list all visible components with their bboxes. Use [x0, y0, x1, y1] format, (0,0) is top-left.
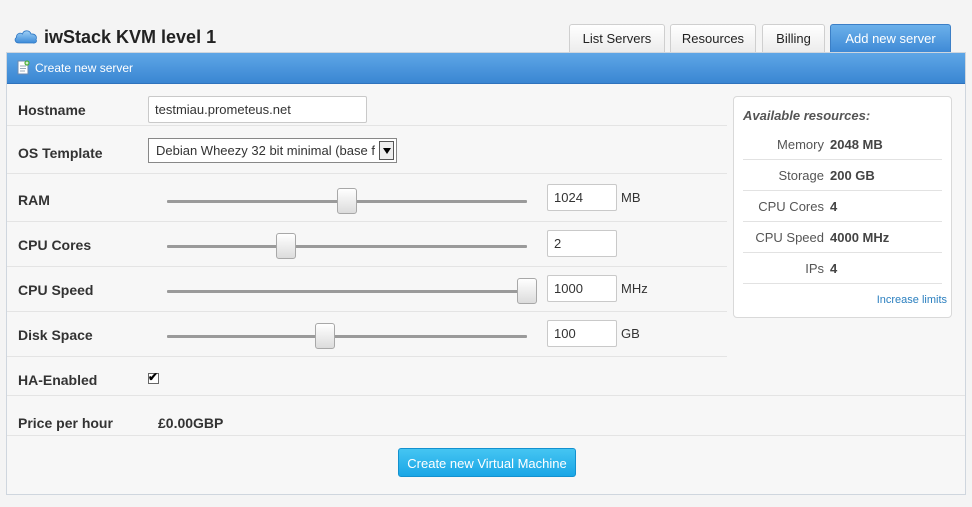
panel-header: Create new server [7, 53, 965, 84]
hostname-input[interactable] [148, 96, 367, 123]
ram-row: RAM MB [7, 174, 727, 222]
resource-value: 4 [830, 199, 838, 214]
available-resources-box: Available resources: Memory 2048 MB Stor… [733, 96, 952, 318]
price-value: £0.00GBP [158, 415, 224, 431]
resource-value: 4 [830, 261, 838, 276]
disk-space-input[interactable] [547, 320, 617, 347]
resource-key: CPU Speed [755, 230, 824, 245]
price-label: Price per hour [18, 415, 113, 431]
disk-space-label: Disk Space [18, 327, 93, 343]
cpu-cores-input[interactable] [547, 230, 617, 257]
page-header: iwStack KVM level 1 List Servers Resourc… [0, 0, 972, 52]
resource-row: Memory 2048 MB [743, 129, 942, 160]
resource-key: CPU Cores [758, 199, 824, 214]
cpu-speed-slider-track[interactable] [167, 290, 527, 293]
hostname-label: Hostname [18, 102, 86, 118]
tab-billing[interactable]: Billing [762, 24, 825, 52]
increase-limits-link[interactable]: Increase limits [877, 294, 947, 306]
price-row: Price per hour £0.00GBP [7, 396, 965, 436]
tab-list-servers[interactable]: List Servers [569, 24, 665, 52]
ram-label: RAM [18, 192, 50, 208]
resource-key: Storage [778, 168, 824, 183]
tab-resources[interactable]: Resources [670, 24, 756, 52]
app-title: iwStack KVM level 1 [44, 27, 217, 47]
cpu-cores-slider-handle[interactable] [275, 233, 296, 259]
ha-enabled-checkbox[interactable]: ✔ [148, 370, 159, 384]
os-template-selected: Debian Wheezy 32 bit minimal (base f [156, 143, 375, 158]
ha-enabled-label: HA-Enabled [18, 372, 98, 388]
chevron-down-icon[interactable] [379, 141, 394, 160]
disk-space-slider-track[interactable] [167, 335, 527, 338]
ram-input[interactable] [547, 184, 617, 211]
resources-title: Available resources: [743, 108, 871, 123]
ram-unit: MB [621, 190, 641, 205]
panel-title: Create new server [35, 61, 134, 75]
disk-space-unit: GB [621, 326, 640, 341]
cpu-cores-label: CPU Cores [18, 237, 92, 253]
os-template-select[interactable]: Debian Wheezy 32 bit minimal (base f [148, 138, 397, 163]
resource-row: Storage 200 GB [743, 160, 942, 191]
resource-value: 4000 MHz [830, 230, 890, 245]
cloud-icon [13, 27, 39, 48]
os-template-row: OS Template Debian Wheezy 32 bit minimal… [7, 126, 727, 174]
create-vm-button[interactable]: Create new Virtual Machine [398, 448, 576, 477]
resource-row: CPU Cores 4 [743, 191, 942, 222]
cpu-speed-unit: MHz [621, 281, 648, 296]
disk-space-row: Disk Space GB [7, 312, 727, 357]
tab-add-new-server[interactable]: Add new server [830, 24, 951, 52]
cpu-speed-row: CPU Speed MHz [7, 267, 727, 312]
ram-slider-handle[interactable] [337, 188, 357, 214]
create-server-panel: Create new server Hostname OS Template D… [6, 52, 966, 495]
cpu-speed-label: CPU Speed [18, 282, 94, 298]
cpu-cores-slider-track[interactable] [167, 245, 527, 248]
resource-row: IPs 4 [743, 253, 942, 284]
os-template-label: OS Template [18, 145, 103, 161]
resource-key: IPs [805, 261, 824, 276]
resource-value: 2048 MB [830, 137, 883, 152]
document-add-icon [17, 60, 30, 78]
checkmark-icon: ✔ [148, 370, 159, 384]
resource-key: Memory [777, 137, 824, 152]
ha-enabled-row: HA-Enabled ✔ [7, 357, 965, 396]
hostname-row: Hostname [7, 84, 727, 126]
cpu-cores-row: CPU Cores [7, 222, 727, 267]
disk-space-slider-handle[interactable] [315, 323, 336, 349]
cpu-speed-slider-handle[interactable] [517, 278, 537, 304]
cpu-speed-input[interactable] [547, 275, 617, 302]
resource-value: 200 GB [830, 168, 875, 183]
resource-row: CPU Speed 4000 MHz [743, 222, 942, 253]
